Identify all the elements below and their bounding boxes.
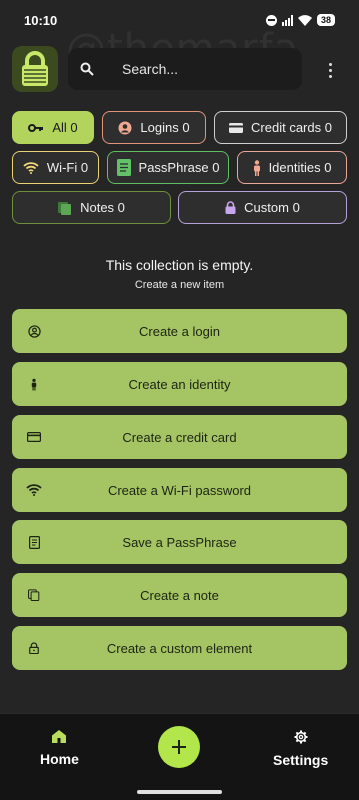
lock-icon: [26, 640, 42, 656]
wifi-status-icon: [297, 14, 312, 26]
filter-chip-custom[interactable]: Custom 0: [178, 191, 347, 224]
nav-home[interactable]: Home: [40, 730, 79, 767]
filter-chip-label: Custom 0: [244, 200, 300, 215]
filter-chip-logins[interactable]: Logins 0: [102, 111, 206, 144]
wifi-icon: [23, 161, 39, 174]
search-bar[interactable]: [68, 48, 302, 90]
empty-state-subtitle: Create a new item: [134, 279, 225, 291]
person-icon: [253, 159, 261, 176]
credit-card-icon: [229, 122, 244, 133]
filter-chip-credit-cards[interactable]: Credit cards 0: [214, 111, 347, 144]
search-icon[interactable]: [80, 62, 110, 76]
filter-chip-label: Identities 0: [268, 160, 332, 175]
create-login-button[interactable]: Create a login: [12, 309, 347, 353]
status-bar: 10:10 38: [0, 0, 359, 40]
status-time: 10:10: [24, 12, 58, 28]
document-icon: [26, 534, 42, 550]
lock-icon: [225, 201, 236, 214]
status-icons: 38: [265, 14, 335, 26]
bottom-navigation: Home Settings: [0, 713, 359, 800]
empty-state-title: This collection is empty.: [105, 257, 254, 273]
battery-indicator: 38: [316, 14, 335, 26]
nav-settings[interactable]: Settings: [273, 730, 328, 768]
action-label: Create a note: [140, 587, 219, 603]
filter-chip-label: Notes 0: [80, 200, 125, 215]
filter-chip-passphrase[interactable]: PassPhrase 0: [107, 151, 229, 184]
user-circle-icon: [26, 323, 42, 339]
do-not-disturb-icon: [265, 14, 277, 26]
key-icon: [28, 123, 44, 133]
notes-icon: [26, 587, 42, 603]
create-note-button[interactable]: Create a note: [12, 573, 347, 617]
notes-icon: [58, 201, 72, 215]
search-input[interactable]: [122, 61, 282, 77]
action-label: Save a PassPhrase: [122, 534, 237, 550]
person-icon: [26, 376, 42, 392]
user-circle-icon: [118, 121, 132, 135]
action-label: Create a login: [139, 323, 220, 339]
filter-chip-label: All 0: [52, 120, 78, 135]
filter-chip-all[interactable]: All 0: [12, 111, 94, 144]
plus-icon: [172, 740, 186, 754]
signal-icon: [281, 14, 293, 26]
home-indicator: [137, 790, 222, 794]
filter-chip-notes[interactable]: Notes 0: [12, 191, 171, 224]
app-logo: [12, 46, 58, 92]
home-icon: [52, 730, 67, 743]
save-passphrase-button[interactable]: Save a PassPhrase: [12, 520, 347, 564]
filter-chip-label: Credit cards 0: [251, 120, 332, 135]
filter-chip-label: Wi-Fi 0: [46, 160, 89, 175]
wifi-icon: [26, 482, 42, 498]
filter-chip-label: Logins 0: [140, 120, 190, 135]
filter-chip-label: PassPhrase 0: [138, 160, 220, 175]
filter-chip-identities[interactable]: Identities 0: [237, 151, 347, 184]
nav-home-label: Home: [40, 751, 79, 767]
document-icon: [116, 159, 131, 176]
create-wifi-password-button[interactable]: Create a Wi-Fi password: [12, 468, 347, 512]
action-label: Create a credit card: [122, 429, 237, 445]
more-options-icon[interactable]: [320, 58, 340, 82]
add-item-button[interactable]: [158, 726, 200, 768]
nav-settings-label: Settings: [273, 752, 329, 768]
action-label: Create a custom element: [106, 640, 253, 656]
credit-card-icon: [26, 429, 42, 445]
create-credit-card-button[interactable]: Create a credit card: [12, 415, 347, 459]
action-label: Create an identity: [128, 376, 231, 392]
filter-chip-wifi[interactable]: Wi-Fi 0: [12, 151, 99, 184]
action-label: Create a Wi-Fi password: [107, 482, 252, 498]
create-identity-button[interactable]: Create an identity: [12, 362, 347, 406]
create-custom-element-button[interactable]: Create a custom element: [12, 626, 347, 670]
padlock-logo-icon: [22, 51, 48, 86]
gear-icon: [294, 730, 308, 744]
